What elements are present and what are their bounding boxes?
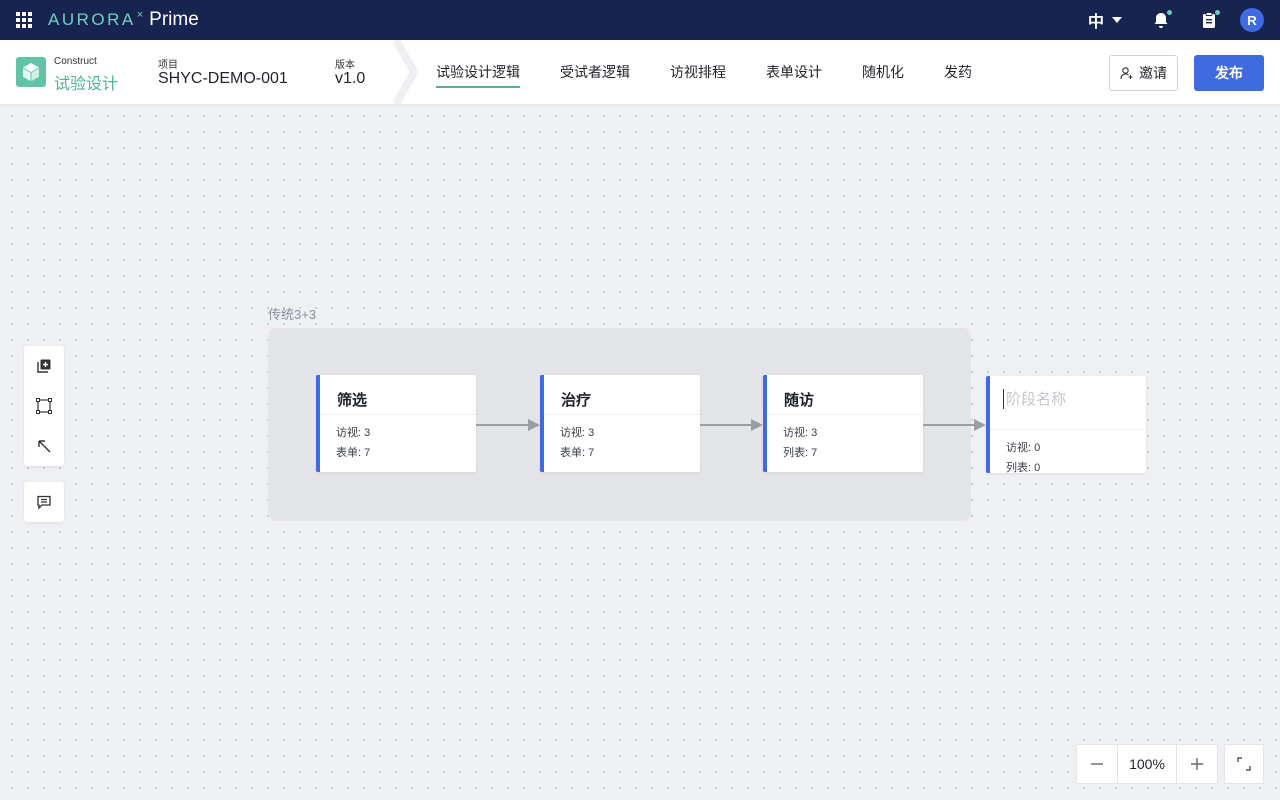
stage-list-count: 列表: 7	[783, 447, 818, 459]
stage-list-count: 列表: 0	[1006, 462, 1041, 474]
topbar-actions: 中 R	[1088, 0, 1264, 40]
tab-visit-schedule[interactable]: 访视排程	[670, 40, 726, 104]
publish-button[interactable]: 发布	[1194, 55, 1264, 91]
invite-label: 邀请	[1139, 65, 1167, 81]
product-name: Prime	[149, 9, 199, 30]
stage-name-input[interactable]	[1003, 389, 1143, 409]
connector-arrow-icon[interactable]	[700, 419, 763, 431]
zoom-level: 100%	[1117, 745, 1177, 783]
zoom-control: 100%	[1076, 744, 1218, 784]
version-label: 版本	[335, 60, 355, 71]
brand-name: AURORA	[48, 10, 136, 29]
add-layer-icon	[37, 359, 51, 373]
arrow-up-left-icon	[38, 440, 51, 453]
tab-randomization[interactable]: 随机化	[862, 40, 904, 104]
cube-icon	[16, 57, 46, 87]
group-label[interactable]: 传统3+3	[268, 304, 316, 323]
caret-down-icon	[1112, 17, 1122, 23]
tab-subject-logic[interactable]: 受试者逻辑	[560, 40, 630, 104]
stage-visit-count: 访视: 3	[783, 427, 818, 439]
stage-name: 治疗	[544, 375, 700, 415]
connector-arrow-icon[interactable]	[476, 419, 540, 431]
comment-toolbar	[24, 482, 64, 522]
stage-card[interactable]: 筛选 访视: 3 表单: 7	[316, 375, 476, 472]
tab-trial-design-logic[interactable]: 试验设计逻辑	[436, 40, 520, 104]
add-stage-button[interactable]	[24, 346, 64, 386]
fit-view-button[interactable]	[1224, 744, 1264, 784]
notification-dot	[1214, 9, 1221, 16]
stage-name: 随访	[767, 375, 923, 415]
clipboard-icon[interactable]	[1200, 9, 1221, 29]
canvas-toolbar	[24, 346, 64, 466]
language-label: 中	[1087, 14, 1104, 31]
brand-logo[interactable]: AURORA × Prime	[48, 9, 199, 31]
stage-form-count: 表单: 7	[336, 447, 371, 459]
notification-dot	[1166, 9, 1173, 16]
stage-name: 筛选	[320, 375, 476, 415]
zoom-in-button[interactable]	[1177, 745, 1217, 783]
project-label: 项目	[158, 60, 178, 71]
expand-corners-icon	[1237, 757, 1251, 771]
group-frame-icon	[36, 398, 52, 414]
invite-user-icon	[1120, 67, 1133, 80]
tab-form-design[interactable]: 表单设计	[766, 40, 822, 104]
bell-icon[interactable]	[1152, 9, 1173, 29]
stage-visit-count: 访视: 3	[560, 427, 595, 439]
zoom-out-button[interactable]	[1077, 745, 1117, 783]
tab-dispensing[interactable]: 发药	[944, 40, 972, 104]
comment-icon	[37, 495, 51, 510]
stage-form-count: 表单: 7	[560, 447, 595, 459]
add-group-button[interactable]	[24, 386, 64, 426]
module-title: 试验设计	[54, 76, 119, 93]
connector-arrow-icon[interactable]	[923, 419, 986, 431]
tab-bar: 试验设计逻辑 受试者逻辑 访视排程 表单设计 随机化 发药	[436, 40, 1012, 104]
top-navigation-bar: AURORA × Prime 中 R	[0, 0, 1280, 40]
avatar[interactable]: R	[1240, 8, 1264, 32]
version-value[interactable]: v1.0	[335, 70, 365, 88]
stage-card[interactable]: 随访 访视: 3 列表: 7	[763, 375, 923, 472]
new-stage-card[interactable]: 访视: 0 列表: 0	[986, 376, 1146, 474]
plus-icon	[1191, 758, 1203, 770]
comment-button[interactable]	[24, 482, 64, 522]
module-subtitle: Construct	[54, 56, 97, 67]
connector-tool-button[interactable]	[24, 426, 64, 466]
module-header: Construct 试验设计 项目 SHYC-DEMO-001 版本 v1.0 …	[0, 40, 1280, 104]
apps-grid-icon[interactable]	[16, 12, 32, 28]
invite-button[interactable]: 邀请	[1109, 55, 1178, 91]
stage-visit-count: 访视: 3	[336, 427, 371, 439]
breadcrumb-separator-icon	[392, 40, 419, 104]
brand-mark: ×	[136, 9, 144, 21]
language-switcher[interactable]: 中	[1088, 8, 1122, 32]
project-value[interactable]: SHYC-DEMO-001	[158, 70, 288, 88]
stage-card[interactable]: 治疗 访视: 3 表单: 7	[540, 375, 700, 472]
stage-visit-count: 访视: 0	[1006, 442, 1041, 454]
minus-icon	[1091, 763, 1103, 765]
